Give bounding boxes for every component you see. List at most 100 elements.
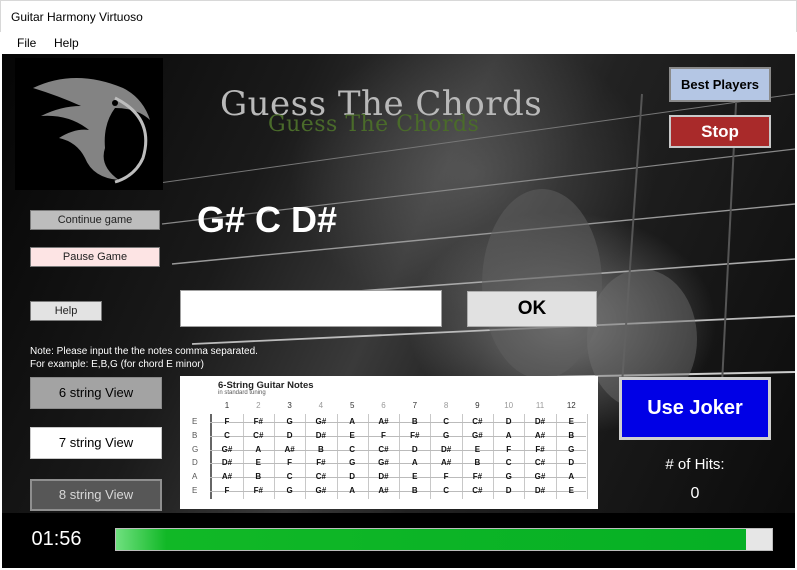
note-cell: C# [472, 417, 483, 426]
note-cell: E [568, 417, 574, 426]
note-cell: A# [284, 444, 295, 454]
note-cell: D [349, 472, 356, 482]
game-panel: Guess The Chords Guess The Chords Contin… [2, 54, 795, 568]
pause-game-button[interactable]: Pause Game [30, 247, 160, 267]
string-name: D [192, 458, 198, 468]
note-cell: F# [410, 430, 420, 440]
note-cell: A# [221, 472, 233, 482]
note-cell: F [506, 444, 512, 454]
note-cell: G# [221, 444, 233, 454]
fret-number: 12 [566, 401, 576, 410]
banner-title-shadow: Guess The Chords [268, 112, 480, 137]
fret-number: 4 [318, 401, 324, 410]
best-players-button[interactable]: Best Players [669, 67, 771, 102]
fret-wire [493, 414, 495, 499]
note-cell: G [286, 417, 293, 426]
note-cell: D# [534, 486, 546, 495]
fret-number: 9 [475, 401, 480, 410]
fret-wire [305, 414, 307, 499]
time-progress-bar [115, 528, 773, 551]
seven-string-view-button[interactable]: 7 string View [30, 427, 162, 459]
fretboard-subtitle: in standard tuning [218, 390, 266, 396]
fret-number: 8 [443, 401, 449, 410]
help-button[interactable]: Help [30, 301, 102, 321]
note-cell: G [349, 458, 356, 468]
fret-number: 6 [381, 401, 386, 410]
note-cell: F [287, 458, 293, 468]
note-cell: E [474, 444, 481, 454]
continue-game-button[interactable]: Continue game [30, 210, 160, 230]
note-cell: B [255, 472, 262, 482]
use-joker-button[interactable]: Use Joker [619, 377, 771, 440]
fret-wire [430, 414, 432, 499]
note-cell: G# [315, 486, 327, 495]
note-cell: D [505, 486, 512, 495]
string-name: E [192, 486, 198, 495]
fret-number: 3 [287, 401, 292, 410]
window-title: Guitar Harmony Virtuoso [11, 10, 143, 24]
fret-wire [399, 414, 401, 499]
answer-input[interactable] [180, 290, 442, 327]
string-name: A [192, 472, 198, 482]
eight-string-view-button[interactable]: 8 string View [30, 479, 162, 511]
fret-number: 2 [256, 401, 261, 410]
note-cell: C# [534, 458, 546, 468]
note-cell: D# [534, 417, 546, 426]
fret-number: 11 [535, 401, 545, 410]
note-cell: D [286, 430, 293, 440]
note-cell: C [224, 430, 230, 440]
note-cell: B [568, 430, 575, 440]
fret-wire [586, 414, 588, 499]
note-cell: C [443, 417, 449, 426]
note-cell: A# [378, 417, 389, 426]
menu-file[interactable]: File [17, 36, 36, 50]
note-cell: F# [253, 417, 263, 426]
note-cell: A [349, 417, 356, 426]
note-cell: F# [472, 472, 483, 482]
fret-wire [336, 414, 338, 499]
countdown-timer: 01:56 [23, 525, 90, 553]
note-cell: A# [440, 458, 452, 468]
note-cell: A [411, 458, 418, 468]
ok-button[interactable]: OK [467, 291, 597, 327]
stop-button[interactable]: Stop [669, 115, 771, 148]
note-cell: D [505, 417, 512, 426]
note-cell: C# [253, 430, 264, 440]
note-cell: D# [440, 444, 452, 454]
chord-notes-display: G# C D# [197, 199, 338, 240]
note-cell: A [568, 472, 575, 482]
menu-bar: File Help [0, 32, 797, 54]
note-cell: B [411, 486, 418, 495]
title-bar: Guitar Harmony Virtuoso [0, 0, 797, 32]
note-cell: F [443, 472, 449, 482]
note-cell: D [411, 444, 418, 454]
note-cell: B [318, 444, 324, 454]
note-cell: F# [535, 444, 545, 454]
menu-help[interactable]: Help [54, 36, 79, 50]
note-cell: F [381, 430, 386, 440]
six-string-view-button[interactable]: 6 string View [30, 377, 162, 409]
note-cell: B [474, 458, 481, 468]
game-banner: Guess The Chords Guess The Chords [220, 84, 542, 137]
fret-wire [367, 414, 369, 499]
hits-count: 0 [690, 485, 700, 502]
note-cell: F# [316, 458, 326, 468]
string-name: G [192, 444, 199, 454]
note-cell: B [411, 417, 418, 426]
note-cell: G# [378, 458, 389, 468]
note-cell: E [255, 458, 261, 468]
note-cell: C# [378, 444, 389, 454]
fretboard-nut [210, 414, 212, 499]
note-cell: G [505, 472, 512, 482]
note-cell: G# [534, 472, 546, 482]
note-cell: G [286, 486, 293, 495]
note-cell: G [442, 430, 450, 440]
string-name: B [192, 430, 198, 440]
note-cell: C# [472, 486, 483, 495]
note-cell: A# [378, 486, 389, 495]
fret-number: 5 [349, 401, 355, 410]
note-cell: A# [534, 430, 546, 440]
hits-label: # of Hits: [665, 456, 725, 473]
note-cell: F# [253, 486, 263, 495]
note-cell: D# [221, 458, 233, 468]
